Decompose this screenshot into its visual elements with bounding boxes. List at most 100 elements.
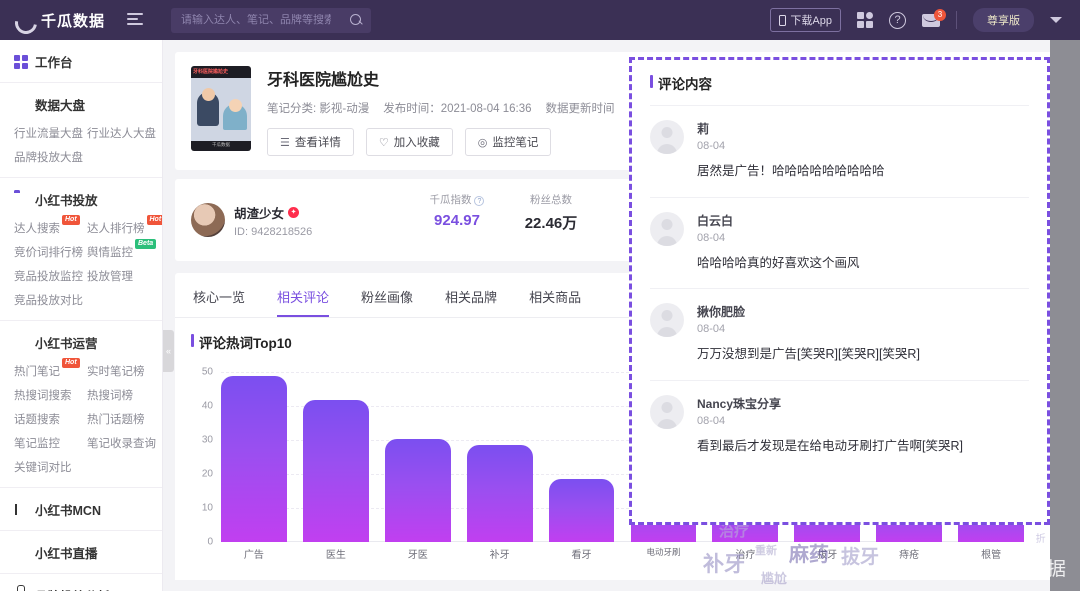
sidebar-link-label: 热搜词榜	[87, 390, 133, 402]
sidebar-sublinks: 热门笔记 Hot 实时笔记榜 热搜词搜索 热搜词榜 话题搜索 热门话题榜笔记监控 笔记收录查询…	[0, 355, 162, 479]
x-tick-label: 电动牙刷	[646, 547, 681, 558]
stat-value: 22.46万	[524, 215, 578, 233]
sidebar-item-0[interactable]: 工作台	[0, 49, 162, 74]
view-detail-button[interactable]: ☰ 查看详情	[267, 128, 354, 156]
list-item[interactable]: Nancy珠宝分享 08-04 看到最后才发现是在给电动牙刷打广告啊[笑哭R]	[650, 379, 1029, 472]
sidebar-link-2-2[interactable]: 竞价词排行榜	[14, 240, 87, 264]
tab-2[interactable]: 粉丝画像	[361, 287, 413, 317]
add-favorite-button[interactable]: ♡ 加入收藏	[365, 128, 453, 156]
search-icon[interactable]	[350, 13, 363, 27]
sidebar-link-3-1[interactable]: 实时笔记榜	[87, 359, 160, 383]
sidebar-link-2-6[interactable]: 竞品投放对比	[14, 288, 87, 312]
sidebar-item-3[interactable]: 小红书运营	[0, 330, 162, 355]
info-icon[interactable]: ?	[474, 196, 485, 206]
sidebar-link-1-2[interactable]: 品牌投放大盘	[14, 145, 87, 169]
sidebar-link-2-4[interactable]: 竞品投放监控	[14, 264, 87, 288]
sidebar-link-2-1[interactable]: 达人排行榜 Hot	[87, 215, 162, 240]
x-axis: 广告 医生 牙医 补牙 看牙 电动牙刷 治疗 拔牙 痔疮 根管	[221, 546, 1024, 561]
y-axis: 0 10 20 30 40 50	[191, 367, 217, 548]
list-item[interactable]: 莉 08-04 居然是广告！哈哈哈哈哈哈哈哈哈	[650, 105, 1029, 197]
comment-date: 08-04	[697, 140, 726, 152]
sidebar-group-4: 小红书MCN	[0, 488, 162, 531]
comment-author: 白云白	[697, 213, 734, 228]
tab-4[interactable]: 相关商品	[529, 287, 581, 317]
menu-toggle-icon[interactable]	[127, 13, 145, 27]
help-icon[interactable]: ?	[889, 11, 906, 29]
sidebar-link-2-3[interactable]: 舆情监控 Beta	[87, 239, 160, 264]
note-button-label: 查看详情	[294, 137, 341, 149]
play-icon	[14, 546, 28, 560]
sidebar-collapse-button[interactable]: «	[163, 330, 174, 372]
bar[interactable]	[221, 375, 287, 543]
sidebar-item-4[interactable]: 小红书MCN	[0, 497, 162, 522]
bar[interactable]	[384, 438, 451, 543]
bar[interactable]	[466, 445, 533, 543]
avatar	[650, 120, 684, 154]
sidebar-item-2[interactable]: 小红书投放	[0, 187, 162, 212]
sidebar-link-1-1[interactable]: 行业达人大盘	[87, 121, 160, 145]
sidebar-link-3-6[interactable]: 笔记监控	[14, 431, 87, 455]
comment-text: 看到最后才发现是在给电动牙刷打广告啊[笑哭R]	[697, 438, 963, 453]
bar-column[interactable]	[302, 372, 369, 543]
bar[interactable]	[548, 479, 615, 543]
bar-column[interactable]	[466, 372, 533, 543]
thumb-face-patient	[229, 99, 242, 112]
sidebar-link-label: 笔记监控	[14, 438, 60, 450]
sidebar-link-label: 投放管理	[87, 271, 133, 283]
sidebar-group-5: 小红书直播	[0, 531, 162, 574]
sidebar[interactable]: 工作台数据大盘行业流量大盘 行业达人大盘 品牌投放大盘小红书投放达人搜索 Hot 达人排…	[0, 40, 163, 591]
monitor-note-button[interactable]: ◎ 监控笔记	[464, 128, 552, 156]
sidebar-item-label: 小红书投放	[35, 194, 98, 208]
sidebar-link-3-3[interactable]: 热搜词榜	[87, 383, 160, 407]
bar[interactable]	[302, 399, 369, 543]
sidebar-link-label: 关键词对比	[14, 462, 72, 474]
sidebar-item-1[interactable]: 数据大盘	[0, 92, 162, 117]
sidebar-link-label: 竞品投放对比	[14, 295, 83, 307]
sidebar-link-3-8[interactable]: 关键词对比	[14, 455, 87, 479]
phone-icon	[779, 14, 787, 26]
bar-column[interactable]	[384, 372, 451, 543]
sidebar-link-label: 舆情监控	[87, 247, 133, 259]
list-item[interactable]: 揪你肥脸 08-04 万万没想到是广告[笑哭R][笑哭R][笑哭R]	[650, 288, 1029, 380]
list-item[interactable]: 白云白 08-04 哈哈哈哈真的好喜欢这个画风	[650, 196, 1029, 289]
sidebar-link-3-7[interactable]: 笔记收录查询	[87, 431, 160, 455]
tab-1[interactable]: 相关评论	[277, 287, 330, 318]
vip-badge[interactable]: 尊享版	[973, 8, 1034, 32]
sidebar-link-3-0[interactable]: 热门笔记 Hot	[14, 358, 87, 383]
sidebar-link-2-0[interactable]: 达人搜索 Hot	[14, 215, 87, 240]
sidebar-link-badge: Hot	[62, 358, 80, 368]
sidebar-link-2-5[interactable]: 投放管理	[87, 264, 160, 288]
monitor-icon: ◎	[477, 136, 488, 149]
stat-label: 粉丝总数	[530, 194, 572, 206]
mcn-icon	[14, 503, 28, 517]
sidebar-item-label: 工作台	[35, 56, 73, 70]
download-app-button[interactable]: 下载App	[770, 8, 841, 32]
chevron-down-icon[interactable]	[1050, 17, 1062, 23]
sidebar-link-badge: Hot	[146, 215, 162, 225]
tab-3[interactable]: 相关品牌	[445, 287, 497, 317]
sidebar-item-6[interactable]: 品牌投放分析	[0, 583, 162, 591]
tab-0[interactable]: 核心一览	[193, 287, 245, 317]
avatar	[191, 203, 225, 238]
global-search[interactable]	[171, 7, 372, 33]
note-thumbnail[interactable]: 牙科医院尴尬史 千瓜数据	[191, 66, 251, 151]
bar-column[interactable]	[221, 372, 287, 543]
sidebar-link-3-5[interactable]: 热门话题榜	[87, 407, 160, 431]
apps-grid-icon[interactable]	[857, 12, 873, 28]
sidebar-link-3-2[interactable]: 热搜词搜索	[14, 383, 87, 407]
sidebar-link-label: 行业达人大盘	[87, 128, 156, 140]
sidebar-link-1-0[interactable]: 行业流量大盘	[14, 121, 87, 145]
comments-list[interactable]: 莉 08-04 居然是广告！哈哈哈哈哈哈哈哈哈 白云白 08-04 哈哈哈哈真的好喜欢这个…	[650, 105, 1029, 471]
y-tick-label: 30	[201, 434, 213, 446]
search-input[interactable]	[181, 14, 332, 26]
author-block[interactable]: 胡渣少女 ✦ ID: 9428218526	[191, 203, 401, 238]
sidebar-item-5[interactable]: 小红书直播	[0, 540, 162, 565]
bar-column[interactable]	[548, 372, 615, 543]
download-app-label: 下载App	[790, 15, 832, 27]
sidebar-link-3-4[interactable]: 话题搜索	[14, 407, 87, 431]
logo-area[interactable]: 千瓜数据	[0, 10, 105, 31]
sidebar-item-label: 小红书运营	[35, 337, 98, 351]
sidebar-link-label: 实时笔记榜	[87, 366, 145, 378]
messages-button[interactable]: 3	[922, 8, 946, 27]
comment-text: 居然是广告！哈哈哈哈哈哈哈哈哈	[697, 164, 885, 178]
